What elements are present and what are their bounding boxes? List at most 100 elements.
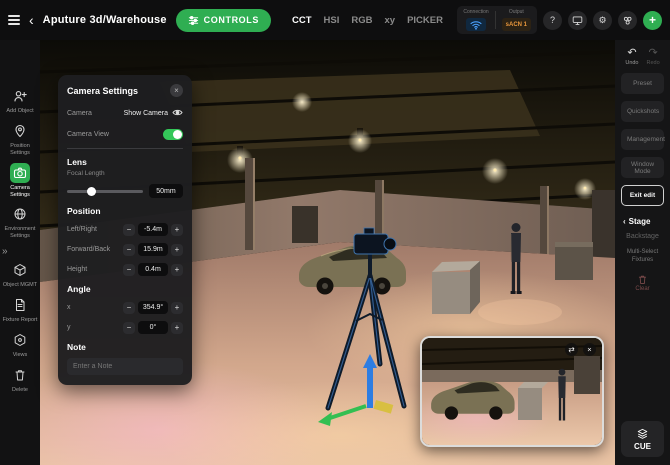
angle-x-value[interactable]: 354.9° <box>138 301 168 314</box>
sidebar-item-label: Add Object <box>6 108 34 114</box>
tab-xy[interactable]: xy <box>384 15 395 26</box>
angle-y-value[interactable]: 0° <box>138 321 168 334</box>
tab-hsi[interactable]: HSI <box>324 15 340 26</box>
sidebar-item-label: Position Settings <box>10 142 30 156</box>
camera-settings-panel: Camera Settings × Camera Show Camera Cam… <box>58 75 192 385</box>
redo-button[interactable]: ↷ Redo <box>646 48 660 67</box>
forward-back-value[interactable]: 15.9m <box>138 243 168 256</box>
chevrons-right-icon: » <box>2 246 8 257</box>
angle-y-plus-button[interactable]: + <box>171 321 183 334</box>
output-column: Output sACN 1 <box>501 8 531 32</box>
panel-title: Camera Settings <box>67 85 139 96</box>
undo-icon: ↶ <box>627 47 637 59</box>
tab-picker[interactable]: PICKER <box>407 15 443 26</box>
panel-close-button[interactable]: × <box>170 84 183 97</box>
page-title: Aputure 3d/Warehouse <box>42 14 167 26</box>
camera-label: Camera <box>67 109 92 117</box>
quickshots-button[interactable]: Quickshots <box>621 101 664 122</box>
sidebar-item-object-mgmt[interactable]: Object MGMT <box>1 258 39 291</box>
display-button[interactable] <box>568 10 587 30</box>
position-pin-icon <box>10 121 30 141</box>
note-input[interactable] <box>67 358 183 375</box>
left-right-plus-button[interactable]: + <box>171 223 183 236</box>
connection-label: Connection <box>463 9 489 15</box>
gear-icon: ⚙ <box>598 14 607 25</box>
note-heading: Note <box>67 342 86 352</box>
sidebar-item-views[interactable]: Views <box>1 328 39 361</box>
left-right-value[interactable]: -5.4m <box>138 223 168 236</box>
multi-select-fixtures-toggle[interactable]: Multi-Select Fixtures <box>623 249 663 265</box>
apps-button[interactable] <box>618 10 637 30</box>
camera-icon <box>10 162 30 183</box>
height-minus-button[interactable]: − <box>123 263 135 276</box>
stage-selector[interactable]: ‹ Stage <box>621 217 650 226</box>
height-value[interactable]: 0.4m <box>138 263 168 276</box>
sidebar-item-delete[interactable]: Delete <box>1 363 39 396</box>
plus-icon: + <box>648 13 656 27</box>
menu-icon <box>8 13 20 27</box>
slider-knob[interactable] <box>86 186 96 196</box>
angle-x-label: x <box>67 304 71 311</box>
output-label: Output <box>508 9 524 15</box>
lens-heading: Lens <box>67 157 87 167</box>
window-mode-button[interactable]: Window Mode <box>621 157 664 178</box>
height-label: Height <box>67 266 88 273</box>
backstage-button[interactable]: Backstage <box>626 233 659 240</box>
camera-view-toggle[interactable] <box>163 129 183 140</box>
management-button[interactable]: Management <box>621 129 665 150</box>
sidebar-item-position-settings[interactable]: Position Settings <box>1 119 39 159</box>
topbar-right: Connection Output sACN 1 ? ⚙ + <box>457 6 662 34</box>
help-icon: ? <box>549 15 555 25</box>
camera-preview-window[interactable]: ⇄ × <box>420 336 604 447</box>
sidebar-item-environment-settings[interactable]: Environment Settings <box>1 202 39 242</box>
left-sidebar: Add Object Position Settings Camera Sett… <box>0 40 40 465</box>
clear-label: Clear <box>635 285 650 292</box>
forward-back-plus-button[interactable]: + <box>171 243 183 256</box>
pip-swap-button[interactable]: ⇄ <box>565 343 578 356</box>
help-button[interactable]: ? <box>543 10 562 30</box>
sidebar-item-camera-settings[interactable]: Camera Settings <box>1 161 39 201</box>
eye-icon[interactable] <box>172 104 183 122</box>
add-object-icon <box>10 86 30 106</box>
controls-button[interactable]: CONTROLS <box>175 8 271 32</box>
pip-close-button[interactable]: × <box>583 343 596 356</box>
add-button[interactable]: + <box>643 10 662 30</box>
height-plus-button[interactable]: + <box>171 263 183 276</box>
clear-button[interactable]: Clear <box>635 274 650 292</box>
focal-length-value[interactable]: 50mm <box>149 184 183 198</box>
forward-back-label: Forward/Back <box>67 246 111 253</box>
sidebar-expand-button[interactable]: » <box>2 246 8 257</box>
panel-divider <box>67 148 183 149</box>
sidebar-item-add-object[interactable]: Add Object <box>1 84 39 117</box>
controls-label: CONTROLS <box>203 15 259 25</box>
tab-rgb[interactable]: RGB <box>351 15 372 26</box>
sidebar-item-label: Fixture Report <box>2 317 38 323</box>
sidebar-item-label: Object MGMT <box>2 282 38 289</box>
angle-x-plus-button[interactable]: + <box>171 301 183 314</box>
cue-label: CUE <box>634 441 651 451</box>
camera-view-label: Camera View <box>67 131 109 138</box>
sacn-output-value: sACN 1 <box>501 18 531 31</box>
undo-button[interactable]: ↶ Undo <box>625 47 638 67</box>
angle-x-minus-button[interactable]: − <box>123 301 135 314</box>
angle-y-minus-button[interactable]: − <box>123 321 135 334</box>
redo-label: Redo <box>646 60 660 66</box>
angle-heading: Angle <box>67 284 91 294</box>
position-heading: Position <box>67 206 101 216</box>
color-mode-tabs: CCT HSI RGB xy PICKER <box>292 15 443 26</box>
exit-edit-button[interactable]: Exit edit <box>621 185 664 206</box>
cue-button[interactable]: CUE <box>621 421 664 457</box>
tab-cct[interactable]: CCT <box>292 15 312 26</box>
angle-y-label: y <box>67 324 71 331</box>
left-right-minus-button[interactable]: − <box>123 223 135 236</box>
topbar: ‹ Aputure 3d/Warehouse CONTROLS CCT HSI … <box>0 0 670 40</box>
settings-button[interactable]: ⚙ <box>593 10 612 30</box>
sidebar-item-fixture-report[interactable]: Fixture Report <box>1 293 39 326</box>
menu-button[interactable] <box>8 13 20 27</box>
layers-icon <box>637 428 648 439</box>
connection-output-widget[interactable]: Connection Output sACN 1 <box>457 6 537 34</box>
back-button[interactable]: ‹ <box>29 13 34 27</box>
focal-length-slider[interactable] <box>67 186 143 196</box>
forward-back-minus-button[interactable]: − <box>123 243 135 256</box>
preset-button[interactable]: Preset <box>621 73 664 94</box>
